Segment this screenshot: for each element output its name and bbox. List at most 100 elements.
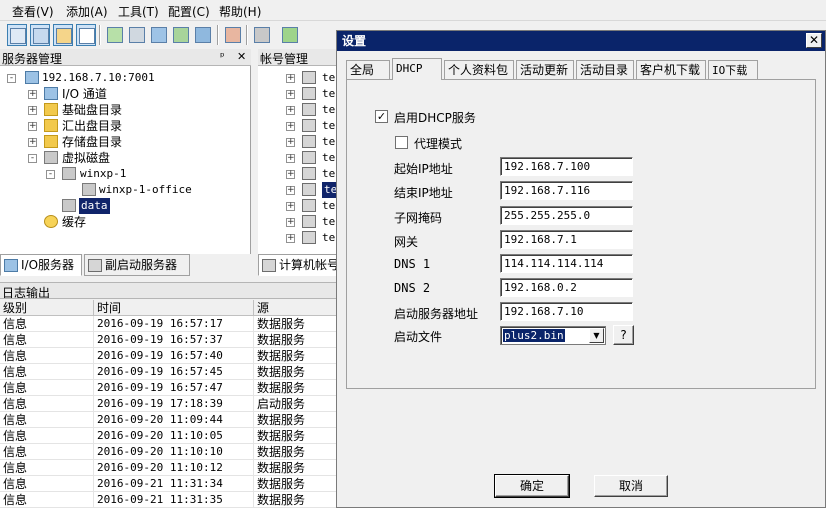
dns2-input[interactable]: 192.168.0.2: [500, 278, 633, 297]
log-cell-source: 数据服务: [254, 492, 340, 508]
chevron-down-icon[interactable]: ▼: [589, 328, 604, 343]
expand-toggle[interactable]: +: [286, 170, 295, 179]
menu-config[interactable]: 配置(C): [168, 3, 210, 20]
gateway-input[interactable]: 192.168.7.1: [500, 230, 633, 249]
menu-view[interactable]: 查看(V): [12, 3, 54, 20]
report-button[interactable]: [223, 24, 243, 46]
subnet-mask-input[interactable]: 255.255.255.0: [500, 206, 633, 225]
disk-button[interactable]: [127, 24, 147, 46]
account-item[interactable]: te: [322, 134, 335, 150]
account-item[interactable]: te: [322, 214, 335, 230]
account-item[interactable]: te: [322, 86, 335, 102]
account-item[interactable]: te: [322, 118, 335, 134]
collapse-toggle[interactable]: -: [28, 154, 37, 163]
expand-toggle[interactable]: +: [286, 74, 295, 83]
expand-toggle[interactable]: +: [28, 106, 37, 115]
start-ip-label: 起始IP地址: [394, 162, 453, 176]
dialog-titlebar[interactable]: 设置 ✕: [337, 31, 825, 51]
expand-toggle[interactable]: +: [28, 90, 37, 99]
menu-bar: 查看(V) 添加(A) 工具(T) 配置(C) 帮助(H): [0, 0, 826, 20]
tab-dhcp[interactable]: DHCP: [392, 58, 442, 80]
tree-item-export-disk[interactable]: 汇出盘目录: [62, 118, 122, 134]
tab-active-directory[interactable]: 活动目录: [576, 60, 634, 79]
boot-file-help-button[interactable]: ?: [613, 325, 634, 345]
log-cell-level: 信息: [0, 444, 94, 460]
log-column-time[interactable]: 时间: [94, 300, 254, 316]
tree-item-winxp-1[interactable]: winxp-1: [80, 166, 126, 182]
grid-view-button[interactable]: [7, 24, 27, 46]
tree-item-storage-disk[interactable]: 存储盘目录: [62, 134, 122, 150]
proxy-mode-checkbox[interactable]: [395, 136, 408, 149]
account-item[interactable]: te: [322, 198, 335, 214]
toolbar-separator: [217, 25, 219, 45]
boot-server-input[interactable]: 192.168.7.10: [500, 302, 633, 321]
expand-toggle[interactable]: +: [286, 186, 295, 195]
tab-io-download[interactable]: IO下载: [708, 60, 758, 79]
tree-item-cache[interactable]: 缓存: [62, 214, 86, 230]
users-button[interactable]: [171, 24, 191, 46]
pin-icon[interactable]: ᵖ: [220, 50, 225, 63]
add-disk-button[interactable]: [105, 24, 125, 46]
tab-computer-accounts[interactable]: 计算机帐号: [258, 254, 338, 276]
expand-toggle[interactable]: +: [286, 218, 295, 227]
expand-toggle[interactable]: +: [286, 202, 295, 211]
toolbar-separator: [246, 25, 248, 45]
tab-live-update[interactable]: 活动更新: [516, 60, 574, 79]
expand-toggle[interactable]: +: [286, 154, 295, 163]
card-button[interactable]: [53, 24, 73, 46]
tree-item-winxp-1-office[interactable]: winxp-1-office: [99, 182, 192, 198]
expand-toggle[interactable]: +: [28, 138, 37, 147]
account-item[interactable]: te: [322, 150, 335, 166]
log-column-level[interactable]: 级别: [0, 300, 94, 316]
menu-add[interactable]: 添加(A): [66, 3, 108, 20]
tree-item-server[interactable]: 192.168.7.10:7001: [42, 70, 155, 86]
account-item[interactable]: te: [322, 166, 335, 182]
tree-item-io-channel[interactable]: I/O 通道: [62, 86, 107, 102]
log-column-source[interactable]: 源: [254, 300, 340, 316]
tab-client-download[interactable]: 客户机下载: [636, 60, 706, 79]
expand-toggle[interactable]: +: [286, 234, 295, 243]
ok-button[interactable]: 确定: [494, 474, 570, 498]
collapse-toggle[interactable]: -: [46, 170, 55, 179]
cancel-button[interactable]: 取消: [594, 475, 668, 497]
menu-tools[interactable]: 工具(T): [118, 3, 159, 20]
boot-file-select[interactable]: plus2.bin ▼: [500, 326, 606, 345]
expand-toggle[interactable]: +: [286, 138, 295, 147]
monitor-button[interactable]: [193, 24, 213, 46]
close-icon[interactable]: ✕: [806, 33, 822, 48]
account-item[interactable]: te: [322, 70, 335, 86]
enable-dhcp-checkbox[interactable]: ✓: [375, 110, 388, 123]
refresh-button[interactable]: [280, 24, 300, 46]
tab-secondary-boot-server[interactable]: 副启动服务器: [84, 254, 190, 276]
log-cell-time: 2016-09-19 16:57:17: [94, 316, 254, 332]
log-cell-source: 数据服务: [254, 348, 340, 364]
expand-toggle[interactable]: +: [286, 90, 295, 99]
tab-io-server[interactable]: I/O服务器: [0, 254, 82, 276]
expand-toggle[interactable]: +: [286, 122, 295, 131]
tree-item-data[interactable]: data: [79, 198, 110, 214]
tree-item-base-disk[interactable]: 基础盘目录: [62, 102, 122, 118]
close-panel-icon[interactable]: ✕: [237, 50, 246, 63]
log-cell-time: 2016-09-20 11:10:05: [94, 428, 254, 444]
start-ip-input[interactable]: 192.168.7.100: [500, 157, 633, 176]
menu-help[interactable]: 帮助(H): [219, 3, 261, 20]
expand-toggle[interactable]: +: [286, 106, 295, 115]
tools-button[interactable]: [252, 24, 272, 46]
account-item[interactable]: te: [322, 230, 335, 246]
collapse-toggle[interactable]: -: [7, 74, 16, 83]
tab-global[interactable]: 全局: [346, 60, 390, 79]
user-list-button[interactable]: [30, 24, 50, 46]
expand-toggle[interactable]: +: [28, 122, 37, 131]
computer-icon: [302, 215, 316, 228]
account-item[interactable]: te: [322, 102, 335, 118]
log-cell-level: 信息: [0, 348, 94, 364]
tree-item-virtual-disk[interactable]: 虚拟磁盘: [62, 150, 110, 166]
report-icon: [225, 27, 241, 43]
dns1-input[interactable]: 114.114.114.114: [500, 254, 633, 273]
end-ip-label: 结束IP地址: [394, 186, 453, 200]
network-button[interactable]: [149, 24, 169, 46]
toolbar-separator: [99, 25, 101, 45]
document-button[interactable]: [76, 24, 96, 46]
tab-profile-package[interactable]: 个人资料包: [444, 60, 514, 79]
end-ip-input[interactable]: 192.168.7.116: [500, 181, 633, 200]
